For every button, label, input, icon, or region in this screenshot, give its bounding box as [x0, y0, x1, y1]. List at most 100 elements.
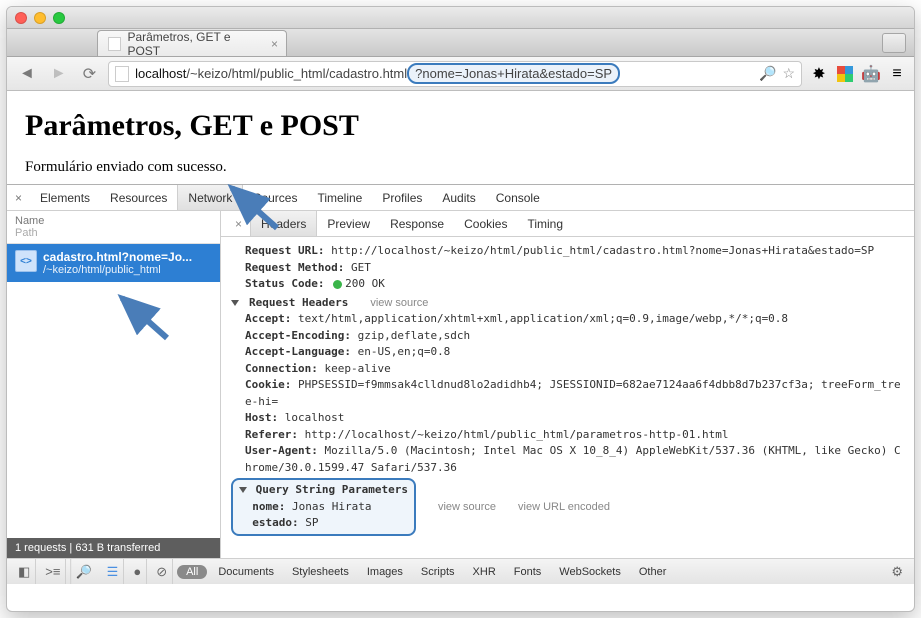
- col-header-name: Name: [15, 215, 44, 227]
- disclosure-triangle-icon[interactable]: [231, 300, 239, 306]
- header-accept-value: text/html,application/xhtml+xml,applicat…: [298, 312, 788, 325]
- header-host-value: localhost: [285, 411, 345, 424]
- tab-title: Parâmetros, GET e POST: [127, 30, 260, 58]
- close-window-button[interactable]: [15, 12, 27, 24]
- extension-gear-icon[interactable]: ✸: [810, 65, 828, 83]
- status-code-value: 200 OK: [345, 277, 385, 290]
- url-path: /~keizo/html/public_html/cadastro.html: [186, 66, 407, 81]
- search-button[interactable]: 🔍: [70, 559, 97, 584]
- devtools-panel: × Elements Resources Network Sources Tim…: [7, 184, 914, 584]
- record-button[interactable]: ●: [128, 559, 147, 584]
- minimize-window-button[interactable]: [34, 12, 46, 24]
- filter-stylesheets[interactable]: Stylesheets: [285, 566, 356, 578]
- header-cookie-value: PHPSESSID=f9mmsak4clldnud8lo2adidhb4; JS…: [245, 378, 901, 408]
- page-heading: Parâmetros, GET e POST: [25, 109, 896, 143]
- header-accept-encoding-label: Accept-Encoding:: [245, 329, 351, 342]
- request-name: cadastro.html?nome=Jo...: [43, 250, 192, 264]
- request-url-label: Request URL:: [245, 244, 324, 257]
- tab-console[interactable]: Console: [486, 185, 550, 210]
- filter-images[interactable]: Images: [360, 566, 410, 578]
- tab-favicon: [108, 37, 121, 51]
- url-query-highlight: ?nome=Jonas+Hirata&estado=SP: [407, 63, 620, 84]
- search-icon[interactable]: 🔍: [759, 65, 776, 82]
- filter-other[interactable]: Other: [632, 566, 674, 578]
- bookmark-star-icon[interactable]: ☆: [782, 65, 795, 82]
- disclosure-triangle-icon[interactable]: [239, 487, 247, 493]
- extension-color-icon[interactable]: [836, 65, 854, 83]
- header-connection-label: Connection:: [245, 362, 318, 375]
- header-connection-value: keep-alive: [324, 362, 390, 375]
- new-tab-button[interactable]: [882, 33, 906, 53]
- tab-profiles[interactable]: Profiles: [372, 185, 432, 210]
- annotation-arrow: [227, 183, 287, 236]
- view-source-link[interactable]: view source: [370, 295, 428, 312]
- request-row[interactable]: <> cadastro.html?nome=Jo... /~keizo/html…: [7, 244, 220, 282]
- qsp-estado-value: SP: [305, 516, 318, 529]
- reload-button[interactable]: ⟳: [79, 64, 100, 84]
- request-headers-section[interactable]: Request Headers: [249, 295, 348, 312]
- devtools-footer: ◧ >≡ 🔍 ☰ ● ⊘ All Documents Stylesheets I…: [7, 558, 914, 584]
- dock-button[interactable]: ◧: [13, 559, 36, 584]
- subtab-timing[interactable]: Timing: [517, 211, 573, 236]
- qsp-nome-label: nome:: [252, 500, 285, 513]
- page-content: Parâmetros, GET e POST Formulário enviad…: [7, 91, 914, 184]
- address-bar[interactable]: localhost /~keizo/html/public_html/cadas…: [108, 61, 802, 87]
- filter-xhr[interactable]: XHR: [466, 566, 503, 578]
- settings-gear-icon[interactable]: ⚙: [886, 559, 908, 584]
- page-message: Formulário enviado com sucesso.: [25, 159, 896, 176]
- header-accept-language-label: Accept-Language:: [245, 345, 351, 358]
- forward-button[interactable]: ►: [47, 65, 71, 83]
- request-method-label: Request Method:: [245, 261, 344, 274]
- subtab-preview[interactable]: Preview: [317, 211, 380, 236]
- view-url-encoded-link[interactable]: view URL encoded: [518, 499, 610, 516]
- filter-all[interactable]: All: [177, 565, 207, 579]
- tab-close-icon[interactable]: ×: [271, 37, 278, 51]
- status-code-label: Status Code:: [245, 277, 324, 290]
- header-referer-label: Referer:: [245, 428, 298, 441]
- tab-elements[interactable]: Elements: [30, 185, 100, 210]
- filter-websockets[interactable]: WebSockets: [552, 566, 628, 578]
- header-referer-value: http://localhost/~keizo/html/public_html…: [305, 428, 729, 441]
- request-path: /~keizo/html/public_html: [43, 264, 192, 276]
- qsp-section[interactable]: Query String Parameters: [256, 483, 408, 496]
- browser-tab-strip: Parâmetros, GET e POST ×: [7, 29, 914, 57]
- filter-scripts[interactable]: Scripts: [414, 566, 462, 578]
- devtools-close-icon[interactable]: ×: [7, 191, 30, 205]
- subtab-response[interactable]: Response: [380, 211, 454, 236]
- back-button[interactable]: ◄: [15, 65, 39, 83]
- tab-resources[interactable]: Resources: [100, 185, 177, 210]
- preserve-log-button[interactable]: ☰: [102, 559, 125, 584]
- subtab-cookies[interactable]: Cookies: [454, 211, 517, 236]
- document-icon: <>: [15, 250, 37, 272]
- filter-fonts[interactable]: Fonts: [507, 566, 549, 578]
- header-host-label: Host:: [245, 411, 278, 424]
- chrome-menu-icon[interactable]: ≡: [888, 65, 906, 83]
- network-request-list: Name Path <> cadastro.html?nome=Jo... /~…: [7, 211, 221, 558]
- header-accept-label: Accept:: [245, 312, 291, 325]
- clear-button[interactable]: ⊘: [151, 559, 173, 584]
- status-dot-icon: [333, 280, 342, 289]
- filter-documents[interactable]: Documents: [211, 566, 281, 578]
- request-method-value: GET: [351, 261, 371, 274]
- header-accept-language-value: en-US,en;q=0.8: [358, 345, 451, 358]
- header-user-agent-value: Mozilla/5.0 (Macintosh; Intel Mac OS X 1…: [245, 444, 901, 474]
- view-source-link[interactable]: view source: [438, 499, 496, 516]
- request-url-value: http://localhost/~keizo/html/public_html…: [331, 244, 874, 257]
- header-accept-encoding-value: gzip,deflate,sdch: [358, 329, 471, 342]
- browser-toolbar: ◄ ► ⟳ localhost /~keizo/html/public_html…: [7, 57, 914, 91]
- header-user-agent-label: User-Agent:: [245, 444, 318, 457]
- tab-timeline[interactable]: Timeline: [307, 185, 372, 210]
- browser-tab[interactable]: Parâmetros, GET e POST ×: [97, 30, 287, 56]
- page-icon: [115, 66, 129, 82]
- network-status-bar: 1 requests | 631 B transferred: [7, 538, 220, 558]
- tab-audits[interactable]: Audits: [432, 185, 485, 210]
- qsp-estado-label: estado:: [252, 516, 298, 529]
- console-drawer-button[interactable]: >≡: [40, 559, 66, 584]
- url-host: localhost: [135, 66, 186, 81]
- col-header-path: Path: [15, 227, 38, 239]
- zoom-window-button[interactable]: [53, 12, 65, 24]
- extension-android-icon[interactable]: 🤖: [862, 65, 880, 83]
- annotation-arrow: [117, 293, 177, 346]
- devtools-tab-bar: × Elements Resources Network Sources Tim…: [7, 185, 914, 211]
- window-titlebar: [7, 7, 914, 29]
